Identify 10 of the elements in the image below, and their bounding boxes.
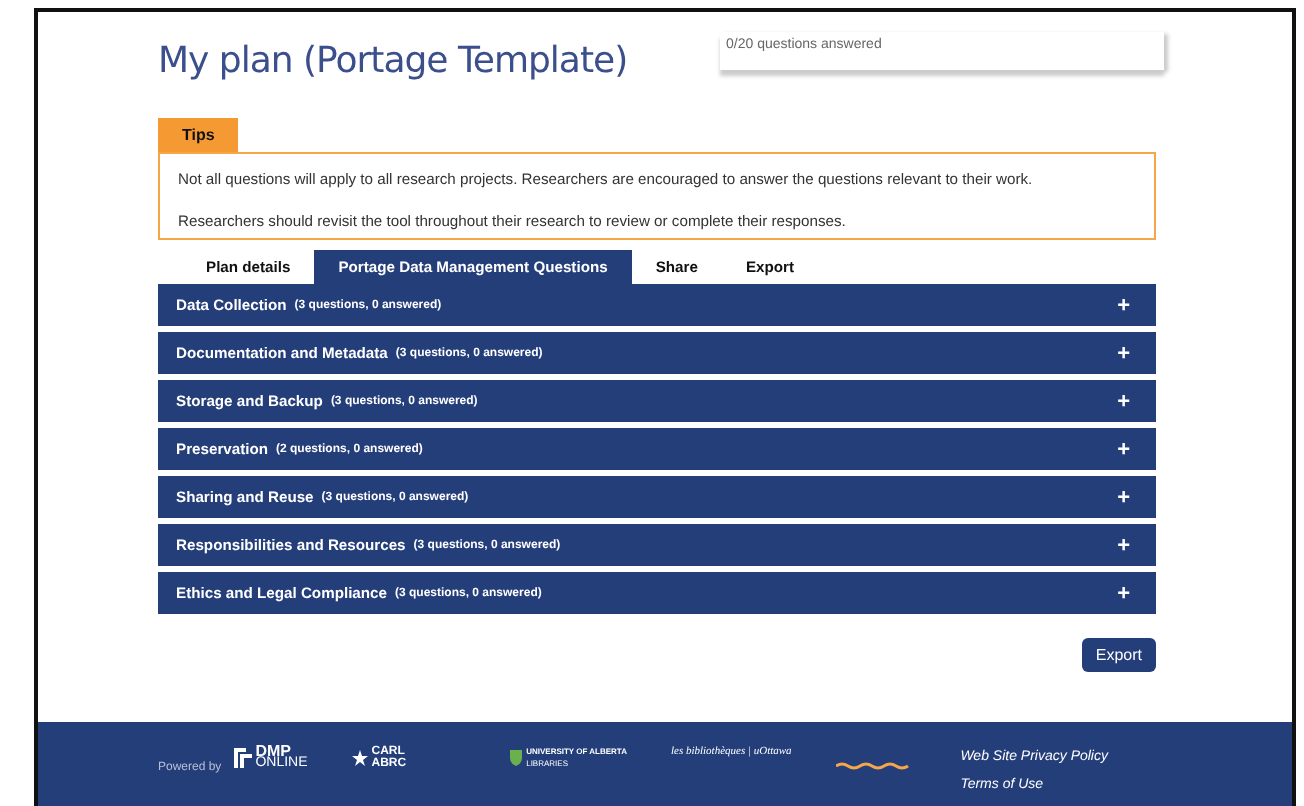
expand-toggle[interactable]: + — [1117, 341, 1130, 365]
expand-toggle[interactable]: + — [1117, 485, 1130, 509]
expand-toggle[interactable]: + — [1117, 437, 1130, 461]
expand-toggle[interactable]: + — [1117, 389, 1130, 413]
expand-toggle[interactable]: + — [1117, 293, 1130, 317]
wave-logo — [835, 762, 910, 770]
expand-toggle[interactable]: + — [1117, 533, 1130, 557]
plan-title: My plan (Portage Template) — [158, 40, 628, 82]
export-button[interactable]: Export — [1081, 638, 1156, 672]
expand-toggle[interactable]: + — [1117, 581, 1130, 605]
